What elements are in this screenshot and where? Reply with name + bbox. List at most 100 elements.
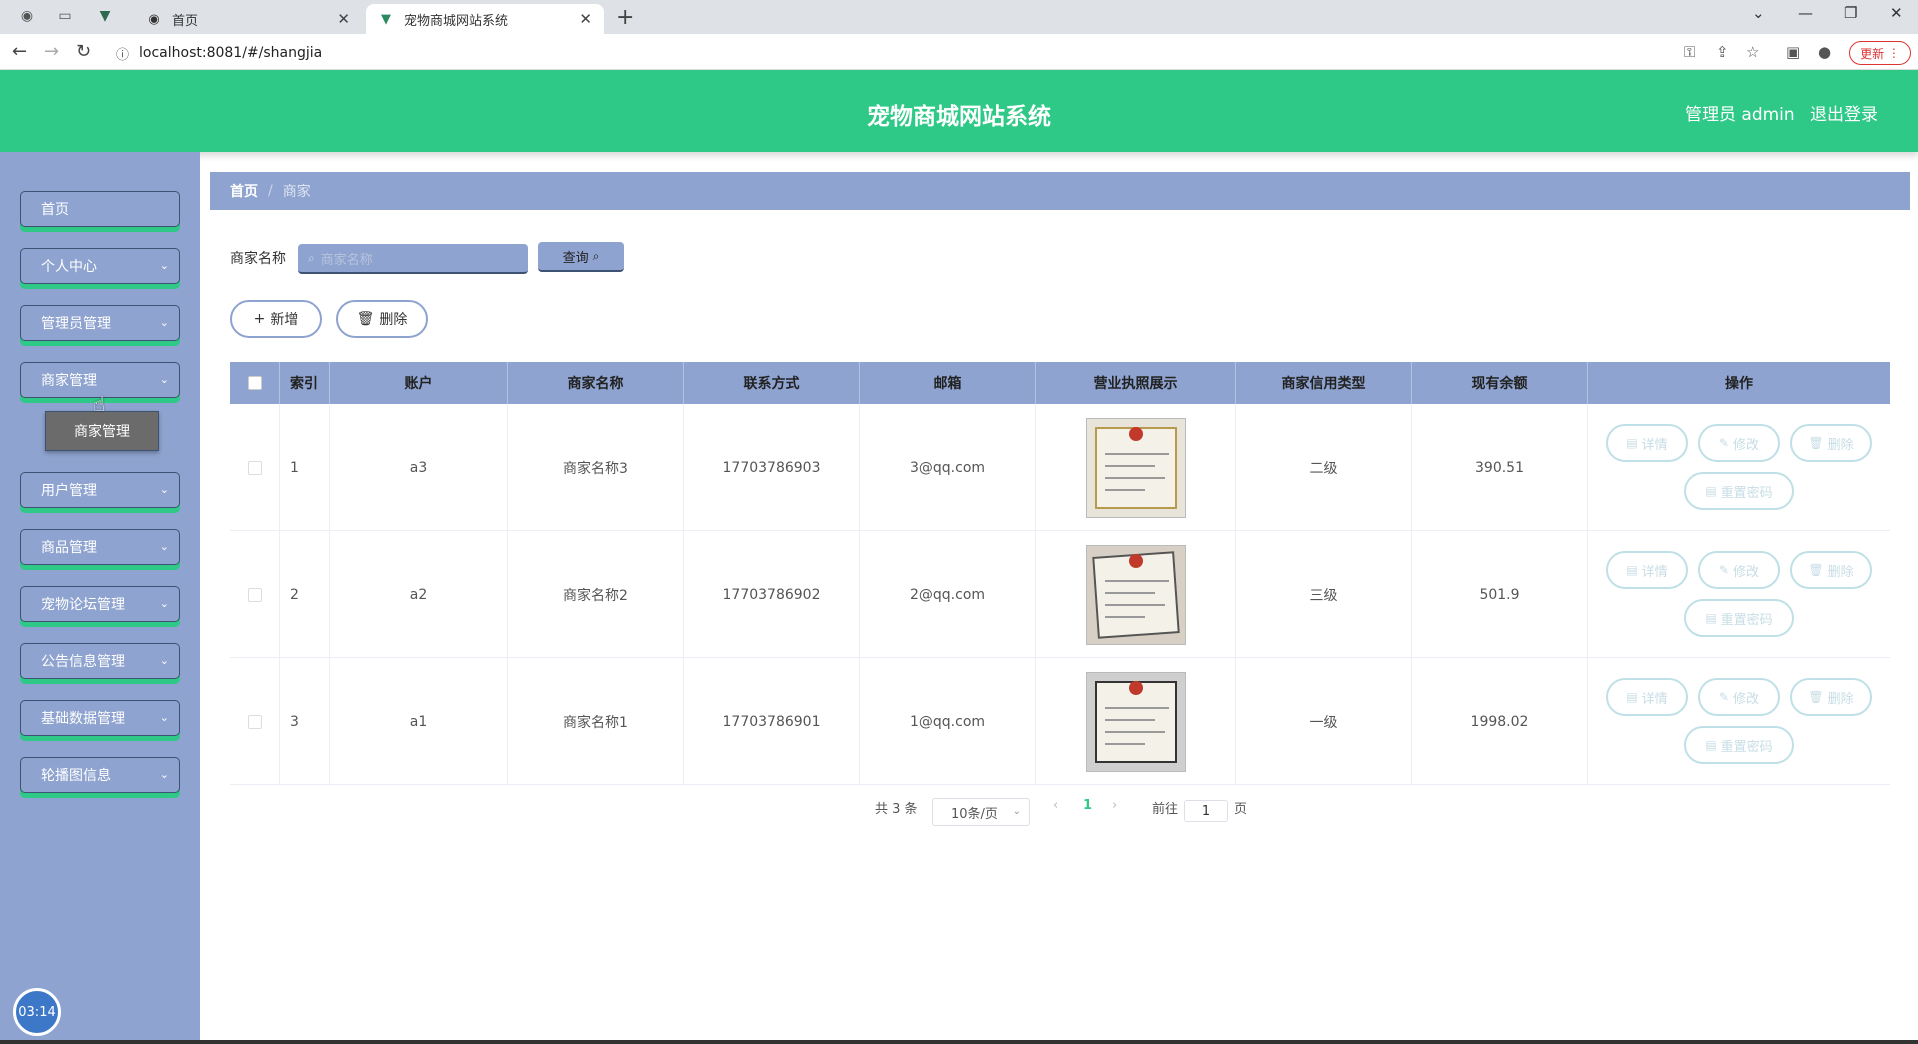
row-delete-label: 删除 [1827,437,1854,453]
detail-button[interactable]: ▤ 详情 [1606,551,1688,589]
sidebar-item-home[interactable]: 首页 [20,191,180,227]
minimize-icon[interactable]: — [1798,4,1813,22]
select-all-checkbox[interactable] [247,376,262,390]
close-window-icon[interactable]: ✕ [1890,4,1903,22]
query-button[interactable]: 查询 ⌕ [538,242,624,272]
edit-button[interactable]: ✎ 修改 [1698,551,1780,589]
prev-page-icon[interactable]: ‹ [1053,798,1058,813]
cell-account: a1 [330,658,508,785]
cell-name: 商家名称2 [508,531,684,658]
sidebar-item-profile[interactable]: 个人中心 ⌄ [20,248,180,284]
reset-password-label: 重置密码 [1720,612,1773,628]
detail-label: 详情 [1641,691,1668,707]
header-index: 索引 [280,362,330,404]
back-icon[interactable]: ← [12,41,27,62]
page-size-select[interactable]: 10条/页 ⌄ [932,798,1030,826]
row-checkbox[interactable] [247,714,262,729]
vue-icon[interactable]: ▼ [96,7,114,25]
logout-link[interactable]: 退出登录 [1810,100,1878,125]
delete-button[interactable]: 🗑 删除 [336,300,428,338]
close-icon[interactable]: ✕ [337,10,350,28]
search-icon: ⌕ [592,248,600,263]
cell-actions: ▤ 详情 ✎ 修改 🗑 删除 ▤ 重置密码 [1588,531,1890,658]
row-checkbox-cell [230,404,280,531]
license-image[interactable] [1085,671,1186,772]
edit-label: 修改 [1733,437,1760,453]
sidebar-item-admin[interactable]: 管理员管理 ⌄ [20,305,180,341]
cell-index: 3 [280,658,330,785]
cell-account: a2 [330,531,508,658]
cell-phone: 17703786901 [684,658,860,785]
detail-label: 详情 [1641,564,1668,580]
sidebar-item-forum[interactable]: 宠物论坛管理 ⌄ [20,586,180,622]
row-delete-button[interactable]: 🗑 删除 [1790,551,1872,589]
tab-shop-system[interactable]: ▼ 宠物商城网站系统 ✕ [366,4,604,34]
detail-button[interactable]: ▤ 详情 [1606,424,1688,462]
breadcrumb-home[interactable]: 首页 [230,181,258,201]
share-icon[interactable]: ⇪ [1716,43,1729,61]
header-license: 营业执照展示 [1036,362,1236,404]
chevron-down-icon: ⌄ [159,373,169,386]
sidebar-item-label: 个人中心 [41,259,97,275]
next-page-icon[interactable]: › [1112,798,1117,813]
sidebar-item-user[interactable]: 用户管理 ⌄ [20,472,180,508]
search-icon: ⌕ [308,250,315,265]
cell-index: 2 [280,531,330,658]
update-button[interactable]: 更新 ⋮ [1849,41,1911,65]
cell-actions: ▤ 详情 ✎ 修改 🗑 删除 ▤ 重置密码 [1588,658,1890,785]
page-number-current[interactable]: 1 [1083,798,1092,813]
cell-index: 1 [280,404,330,531]
reset-password-button[interactable]: ▤ 重置密码 [1684,726,1794,764]
chevron-down-icon: ⌄ [1012,806,1021,817]
close-icon[interactable]: ✕ [579,10,592,28]
search-placeholder: 商家名称 [320,252,373,268]
chevron-down-icon: ⌄ [159,654,169,667]
row-checkbox[interactable] [247,587,262,602]
cell-credit: 三级 [1236,531,1412,658]
trash-icon: 🗑 [356,311,375,327]
header-actions: 操作 [1725,376,1753,392]
cell-name: 商家名称3 [508,404,684,531]
row-checkbox[interactable] [247,460,262,475]
tab-search-icon[interactable]: ⌄ [1752,4,1765,22]
edit-label: 修改 [1733,564,1760,580]
sidebar-item-basic-data[interactable]: 基础数据管理 ⌄ [20,700,180,736]
plus-icon: + [253,311,266,327]
forward-icon[interactable]: → [44,41,59,62]
reset-password-button[interactable]: ▤ 重置密码 [1684,599,1794,637]
breadcrumb: 首页 / 商家 [210,172,1910,210]
reset-password-button[interactable]: ▤ 重置密码 [1684,472,1794,510]
key-icon[interactable]: ⚿ [1684,43,1695,61]
cell-license [1036,531,1236,658]
detail-button[interactable]: ▤ 详情 [1606,678,1688,716]
cell-balance: 1998.02 [1412,658,1588,785]
row-delete-button[interactable]: 🗑 删除 [1790,678,1872,716]
row-delete-button[interactable]: 🗑 删除 [1790,424,1872,462]
update-label: 更新 [1860,46,1885,61]
search-input[interactable]: ⌕ 商家名称 [298,244,528,274]
license-image[interactable] [1085,544,1186,645]
sidebar-item-carousel[interactable]: 轮播图信息 ⌄ [20,757,180,793]
edit-button[interactable]: ✎ 修改 [1698,678,1780,716]
sidebar-item-notice[interactable]: 公告信息管理 ⌄ [20,643,180,679]
blank-tab-icon[interactable]: ▭ [56,7,74,25]
add-button[interactable]: + 新增 [230,300,322,338]
edit-button[interactable]: ✎ 修改 [1698,424,1780,462]
profile-icon[interactable]: ● [1818,43,1831,61]
url-field[interactable]: ⓘ localhost:8081/#/shangjia [116,41,1676,65]
sidebar-item-goods[interactable]: 商品管理 ⌄ [20,529,180,565]
cell-credit: 二级 [1236,404,1412,531]
search-label: 商家名称 [230,251,286,267]
license-image[interactable] [1085,417,1186,518]
tab-home[interactable]: ◉ 首页 ✕ [134,4,362,34]
new-tab-icon[interactable]: + [616,5,634,30]
chrome-icon[interactable]: ◉ [18,7,36,25]
reload-icon[interactable]: ↻ [76,41,91,62]
goto-page-input[interactable]: 1 [1184,800,1228,822]
restore-icon[interactable]: ❐ [1844,4,1857,22]
submenu-item-merchant[interactable]: 商家管理 [45,411,159,451]
reset-password-label: 重置密码 [1720,485,1773,501]
star-icon[interactable]: ☆ [1746,43,1759,61]
info-icon: ⓘ [116,47,130,63]
sidepanel-icon[interactable]: ▣ [1786,43,1800,61]
